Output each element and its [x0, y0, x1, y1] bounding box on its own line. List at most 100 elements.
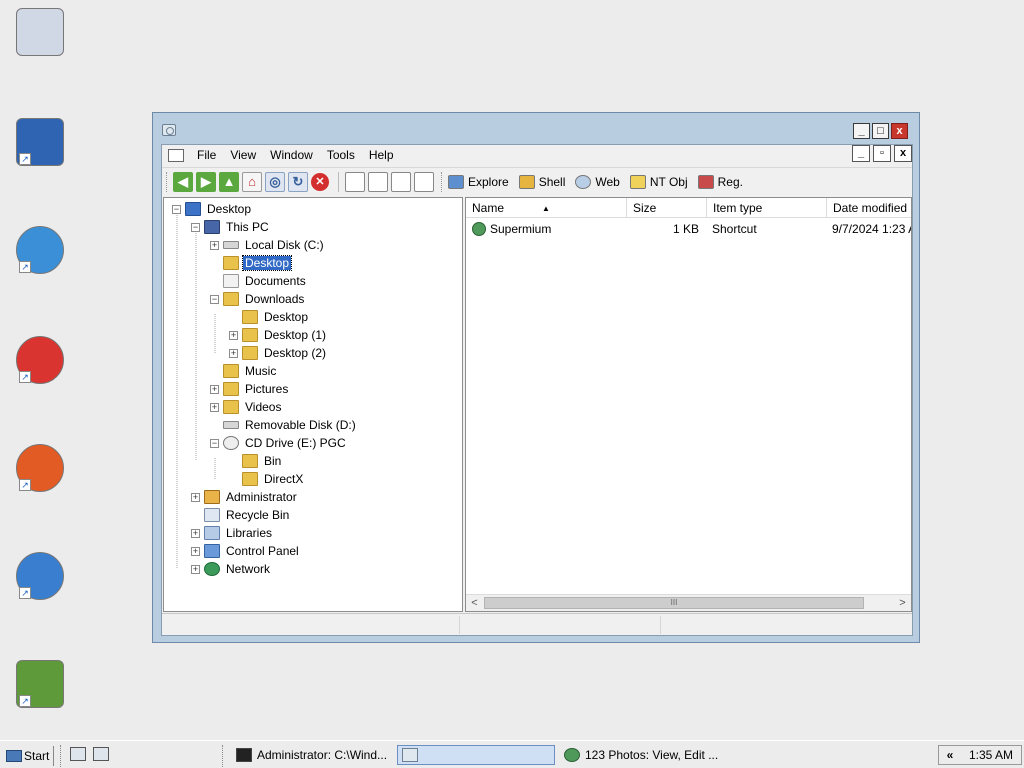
tree-node[interactable]: Music [210, 363, 278, 379]
tree-node[interactable]: + Network [191, 561, 272, 577]
taskbar-separator [60, 745, 62, 767]
collapse-icon[interactable]: − [172, 204, 181, 214]
cd-icon [223, 436, 239, 450]
toolbar-grip-2[interactable] [441, 171, 444, 192]
expand-icon[interactable]: + [210, 384, 219, 394]
desktop-icon[interactable]: ↗ Oracle VM VirtualBox [8, 118, 72, 196]
shell-button[interactable]: Shell [518, 174, 565, 189]
tree-node[interactable]: + Pictures [210, 381, 290, 397]
view-details-icon[interactable] [414, 171, 434, 192]
tree-node[interactable]: − Desktop [172, 201, 253, 217]
mdi-restore-button[interactable]: ▫ [873, 145, 891, 162]
start-button[interactable]: Start [6, 746, 55, 766]
task-explorer[interactable] [397, 745, 555, 765]
menu-window[interactable]: Window [263, 145, 320, 165]
menu-view[interactable]: View [223, 145, 263, 165]
up-arrow-icon[interactable]: ▲ [219, 171, 239, 192]
tree-node[interactable]: DirectX [229, 471, 305, 487]
tree-node-label: Desktop [207, 202, 252, 216]
desktop-icon[interactable]: ↗ Supermium [8, 226, 72, 291]
mdi-close-button[interactable]: x [894, 145, 912, 162]
expand-icon[interactable]: + [191, 528, 200, 538]
show-desktop-icon[interactable] [70, 747, 86, 761]
column-header-item-type[interactable]: Item type [707, 198, 827, 218]
column-header-size[interactable]: Size [627, 198, 707, 218]
toolbar-grip[interactable] [166, 171, 169, 192]
back-arrow-icon[interactable]: ◀ [173, 171, 193, 192]
view-large-icons-icon[interactable] [345, 171, 365, 192]
refresh-icon[interactable]: ↻ [288, 171, 308, 192]
search-icon[interactable]: ◎ [265, 171, 285, 192]
mdi-system-menu-icon[interactable] [168, 148, 184, 162]
minimize-button[interactable]: _ [853, 123, 870, 139]
photos-view-icon: ↗ [16, 444, 64, 492]
horizontal-scrollbar[interactable]: < III > [466, 594, 911, 611]
tree-node[interactable]: Desktop [229, 309, 310, 325]
desktop-icon[interactable]: Recycle Bin [8, 8, 72, 73]
tree-node[interactable]: Desktop [210, 255, 293, 271]
reg-button[interactable]: Reg. [697, 174, 743, 189]
tree-node[interactable]: − CD Drive (E:) PGC [210, 435, 348, 451]
collapse-icon[interactable]: − [191, 222, 200, 232]
maximize-button[interactable]: □ [872, 123, 889, 139]
file-list[interactable]: Name ▲ Size Item type Date modified Super… [465, 197, 912, 612]
desktop-icon[interactable]: ↗ 123 Photo Editor [8, 552, 72, 630]
menu-help[interactable]: Help [362, 145, 401, 165]
column-header-date-modified[interactable]: Date modified [827, 198, 911, 218]
title-bar[interactable]: _ □ x [153, 113, 919, 143]
home-icon[interactable]: ⌂ [242, 171, 262, 192]
tree-node[interactable]: + Desktop (1) [229, 327, 328, 343]
scroll-right-icon[interactable]: > [894, 595, 911, 611]
virtualbox-icon: ↗ [16, 118, 64, 166]
explore-button[interactable]: Explore [448, 174, 509, 189]
tree-node[interactable]: + Libraries [191, 525, 274, 541]
stop-icon[interactable]: ✕ [311, 172, 329, 191]
collapse-icon[interactable]: − [210, 294, 219, 304]
desktop-icon[interactable]: ↗ Plants [8, 660, 72, 725]
window-app-icon[interactable] [162, 124, 176, 136]
menu-file[interactable]: File [190, 145, 223, 165]
expand-icon[interactable]: + [210, 240, 219, 250]
desktop-icon[interactable]: ↗ 123 Photo Viewer [8, 444, 72, 522]
view-list-icon[interactable] [391, 171, 411, 192]
mdi-minimize-button[interactable]: _ [852, 145, 870, 162]
supermium-globe-icon [472, 222, 486, 236]
tree-node[interactable]: Documents [210, 273, 308, 289]
explorer-quicklaunch-icon[interactable] [93, 747, 109, 761]
clock[interactable]: 1:35 AM [961, 748, 1021, 762]
view-small-icons-icon[interactable] [368, 171, 388, 192]
tree-node[interactable]: + Desktop (2) [229, 345, 328, 361]
scrollbar-thumb[interactable]: III [484, 597, 864, 609]
expand-icon[interactable]: + [191, 492, 200, 502]
desktop-icon[interactable]: ↗ 123 Photos [8, 336, 72, 401]
nt-obj-button[interactable]: NT Obj [629, 174, 688, 189]
photos-icon: ↗ [16, 336, 64, 384]
tree-node[interactable]: + Control Panel [191, 543, 301, 559]
shortcut-arrow-icon: ↗ [19, 695, 31, 707]
collapse-icon[interactable]: − [210, 438, 219, 448]
expand-icon[interactable]: + [191, 564, 200, 574]
task-123-photos[interactable]: 123 Photos: View, Edit ... [560, 745, 730, 765]
expand-icon[interactable]: + [229, 348, 238, 358]
close-button[interactable]: x [891, 123, 908, 139]
expand-icon[interactable]: + [229, 330, 238, 340]
menu-tools[interactable]: Tools [320, 145, 362, 165]
tree-node[interactable]: Bin [229, 453, 283, 469]
web-button[interactable]: Web [575, 174, 620, 189]
folder-tree[interactable]: − Desktop − This PC + Local Disk (C:) Desktop D… [163, 197, 463, 612]
show-hidden-icons-button[interactable]: « [939, 748, 961, 762]
column-header-name[interactable]: Name ▲ [466, 198, 627, 218]
tree-node[interactable]: − This PC [191, 219, 271, 235]
tree-node[interactable]: + Videos [210, 399, 283, 415]
tree-node[interactable]: + Administrator [191, 489, 299, 505]
task-command-prompt[interactable]: Administrator: C:\Wind... [232, 745, 392, 765]
tree-node[interactable]: − Downloads [210, 291, 306, 307]
tree-node[interactable]: Recycle Bin [191, 507, 291, 523]
tree-node[interactable]: + Local Disk (C:) [210, 237, 326, 253]
expand-icon[interactable]: + [191, 546, 200, 556]
forward-arrow-icon[interactable]: ▶ [196, 171, 216, 192]
scroll-left-icon[interactable]: < [466, 595, 483, 611]
tree-node[interactable]: Removable Disk (D:) [210, 417, 358, 433]
list-item[interactable]: Supermium 1 KB Shortcut 9/7/2024 1:23 A [466, 220, 911, 238]
expand-icon[interactable]: + [210, 402, 219, 412]
